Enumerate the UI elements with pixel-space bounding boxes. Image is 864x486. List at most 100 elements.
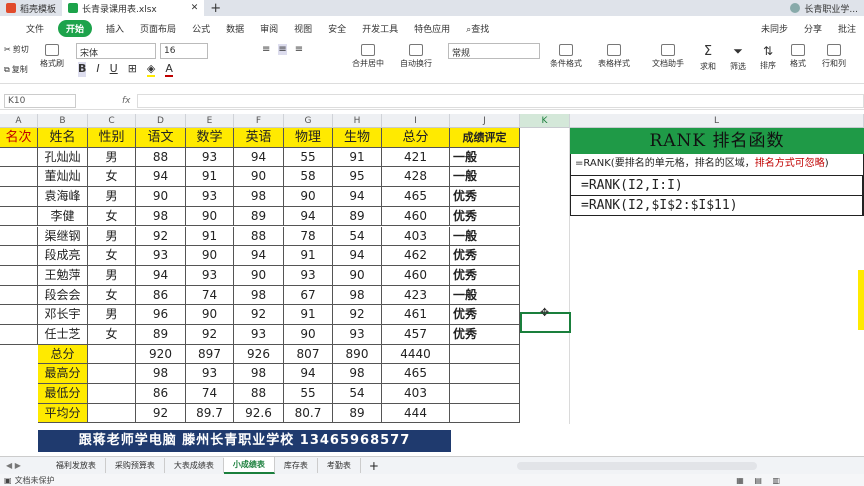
table-cell[interactable]: 94 bbox=[136, 167, 186, 188]
font-color-icon[interactable]: A bbox=[165, 62, 173, 77]
table-cell[interactable]: 李健 bbox=[38, 206, 88, 227]
column-header[interactable]: L bbox=[570, 114, 864, 128]
column-header[interactable]: C bbox=[88, 114, 136, 128]
table-style-button[interactable]: 表格样式 bbox=[598, 44, 630, 69]
summary-label[interactable]: 平均分 bbox=[38, 403, 88, 424]
table-cell[interactable]: 421 bbox=[382, 147, 450, 168]
rank-cell[interactable] bbox=[0, 206, 38, 227]
menu-item[interactable]: 页面布局 bbox=[132, 22, 184, 35]
table-cell[interactable]: 91 bbox=[284, 305, 333, 325]
new-tab-button[interactable]: + bbox=[204, 0, 227, 16]
table-cell[interactable]: 92 bbox=[333, 305, 382, 325]
table-cell[interactable]: 94 bbox=[333, 187, 382, 207]
empty-cell[interactable] bbox=[88, 403, 136, 424]
table-cell[interactable]: 92 bbox=[186, 325, 234, 345]
table-cell[interactable]: 90 bbox=[136, 187, 186, 207]
summary-cell[interactable]: 92.6 bbox=[234, 403, 284, 424]
wrap-text-button[interactable]: 自动换行 bbox=[400, 44, 432, 69]
menu-item[interactable]: 数据 bbox=[218, 22, 252, 35]
sheet-nav-icon[interactable]: ◀ ▶ bbox=[0, 461, 27, 470]
table-cell[interactable]: 90 bbox=[284, 187, 333, 207]
table-cell[interactable]: 90 bbox=[186, 305, 234, 325]
header-cell[interactable]: 成绩评定 bbox=[450, 128, 520, 148]
table-cell[interactable]: 90 bbox=[234, 265, 284, 286]
table-cell[interactable]: 465 bbox=[382, 187, 450, 207]
table-cell[interactable]: 461 bbox=[382, 305, 450, 325]
sheet-tab-active[interactable]: 小成绩表 bbox=[223, 457, 275, 474]
menu-item[interactable]: 视图 bbox=[286, 22, 320, 35]
rank-cell[interactable] bbox=[0, 285, 38, 306]
table-cell[interactable]: 渠继钢 bbox=[38, 226, 88, 247]
summary-cell[interactable]: 98 bbox=[136, 364, 186, 385]
empty-cell[interactable] bbox=[88, 364, 136, 385]
table-cell[interactable]: 88 bbox=[234, 226, 284, 247]
table-cell[interactable]: 89 bbox=[333, 206, 382, 227]
table-cell[interactable]: 段会会 bbox=[38, 285, 88, 306]
table-cell[interactable]: 男 bbox=[88, 187, 136, 207]
table-cell[interactable]: 93 bbox=[333, 325, 382, 345]
merge-center-button[interactable]: 合并居中 bbox=[352, 44, 384, 69]
summary-cell[interactable]: 4440 bbox=[382, 344, 450, 365]
row-col-button[interactable]: 行和列 bbox=[822, 44, 846, 69]
name-box[interactable]: K10 bbox=[4, 93, 76, 108]
table-cell[interactable]: 优秀 bbox=[450, 187, 520, 207]
summary-cell[interactable]: 897 bbox=[186, 344, 234, 365]
table-cell[interactable]: 67 bbox=[284, 285, 333, 306]
table-cell[interactable]: 优秀 bbox=[450, 325, 520, 345]
table-cell[interactable]: 一般 bbox=[450, 167, 520, 188]
align-bottom-icon[interactable]: ≡ bbox=[295, 44, 303, 55]
table-cell[interactable]: 98 bbox=[234, 187, 284, 207]
column-header[interactable]: E bbox=[186, 114, 234, 128]
empty-cell[interactable] bbox=[450, 403, 520, 424]
header-cell[interactable]: 物理 bbox=[284, 128, 333, 148]
rank-cell[interactable] bbox=[0, 265, 38, 286]
close-icon[interactable]: ✕ bbox=[191, 3, 199, 13]
summary-cell[interactable]: 920 bbox=[136, 344, 186, 365]
menu-item[interactable]: 安全 bbox=[320, 22, 354, 35]
header-cell[interactable]: 总分 bbox=[382, 128, 450, 148]
column-header[interactable]: G bbox=[284, 114, 333, 128]
summary-cell[interactable]: 55 bbox=[284, 384, 333, 404]
table-cell[interactable]: 女 bbox=[88, 206, 136, 227]
summary-cell[interactable]: 98 bbox=[234, 364, 284, 385]
sheet-tab[interactable]: 采购预算表 bbox=[106, 458, 165, 473]
table-cell[interactable]: 男 bbox=[88, 226, 136, 247]
table-cell[interactable]: 88 bbox=[136, 147, 186, 168]
menu-file[interactable]: 文件 bbox=[18, 22, 52, 35]
unsynced-button[interactable]: 未同步 bbox=[753, 22, 796, 35]
table-cell[interactable]: 428 bbox=[382, 167, 450, 188]
summary-cell[interactable]: 926 bbox=[234, 344, 284, 365]
header-cell[interactable]: 语文 bbox=[136, 128, 186, 148]
table-cell[interactable]: 93 bbox=[186, 147, 234, 168]
table-cell[interactable]: 优秀 bbox=[450, 206, 520, 227]
menu-start[interactable]: 开始 bbox=[58, 19, 93, 37]
sheet-tab[interactable]: 考勤表 bbox=[318, 458, 361, 473]
align-top-icon[interactable]: ≡ bbox=[262, 44, 270, 55]
rank-cell[interactable] bbox=[0, 325, 38, 345]
empty-cell[interactable] bbox=[450, 384, 520, 404]
table-cell[interactable]: 94 bbox=[284, 206, 333, 227]
table-cell[interactable]: 58 bbox=[284, 167, 333, 188]
summary-cell[interactable]: 89 bbox=[333, 403, 382, 424]
summary-cell[interactable]: 54 bbox=[333, 384, 382, 404]
table-cell[interactable]: 女 bbox=[88, 246, 136, 266]
rank-formula-2[interactable]: =RANK(I2,$I$2:$I$11) bbox=[570, 196, 864, 216]
table-cell[interactable]: 任士芝 bbox=[38, 325, 88, 345]
table-cell[interactable]: 董灿灿 bbox=[38, 167, 88, 188]
table-cell[interactable]: 段成亮 bbox=[38, 246, 88, 266]
table-cell[interactable]: 优秀 bbox=[450, 246, 520, 266]
border-icon[interactable]: ⊞ bbox=[128, 62, 137, 77]
formula-input[interactable] bbox=[136, 93, 864, 108]
menu-item[interactable]: 审阅 bbox=[252, 22, 286, 35]
column-header[interactable]: J bbox=[450, 114, 520, 128]
table-cell[interactable]: 89 bbox=[234, 206, 284, 227]
rank-cell[interactable] bbox=[0, 187, 38, 207]
menu-item[interactable]: 公式 bbox=[184, 22, 218, 35]
table-cell[interactable]: 优秀 bbox=[450, 265, 520, 286]
format-button[interactable]: 格式 bbox=[790, 44, 806, 69]
header-cell[interactable]: 数学 bbox=[186, 128, 234, 148]
table-cell[interactable]: 98 bbox=[234, 285, 284, 306]
table-cell[interactable]: 90 bbox=[186, 206, 234, 227]
sort-button[interactable]: ⇅ 排序 bbox=[760, 44, 776, 71]
table-cell[interactable]: 457 bbox=[382, 325, 450, 345]
